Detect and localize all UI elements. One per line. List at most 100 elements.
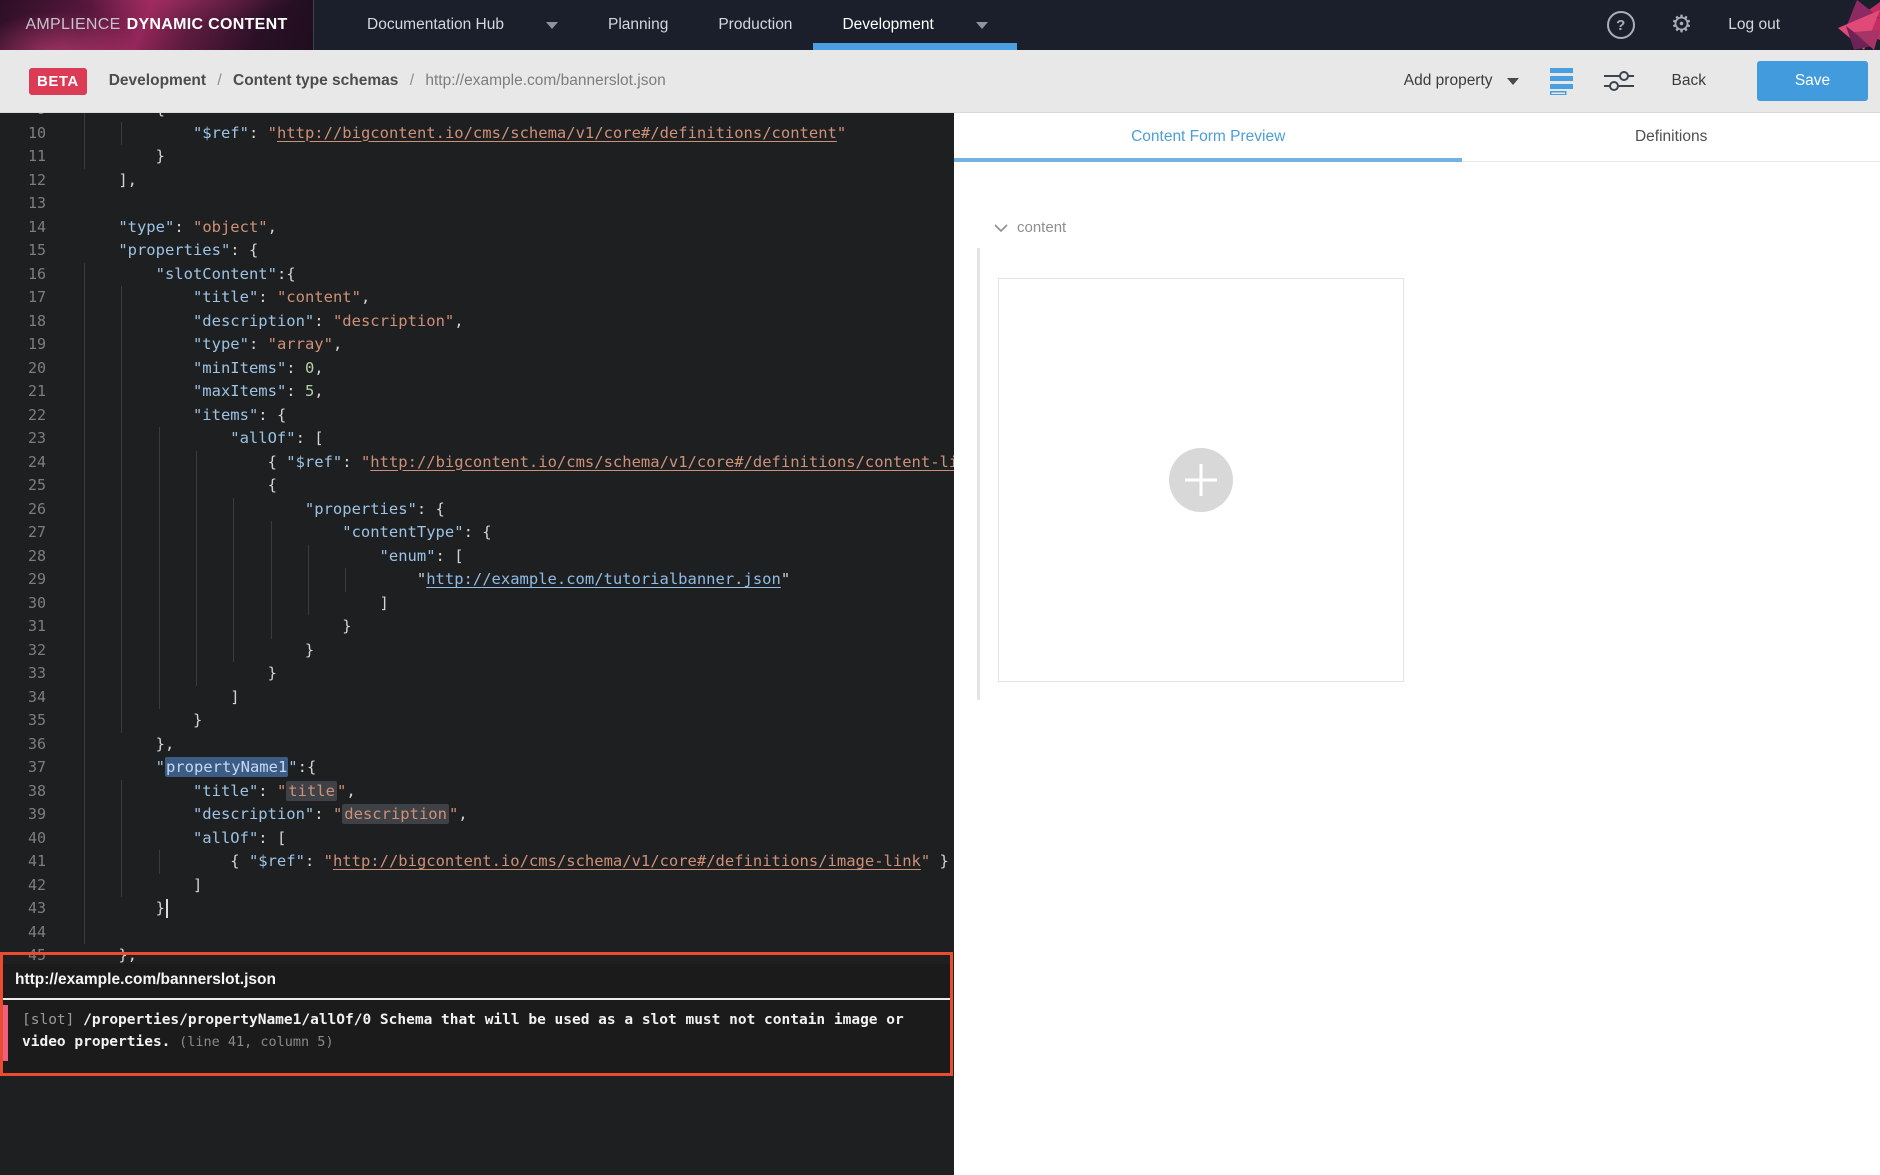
code-token: , [454,311,464,330]
code-line[interactable]: 38 "title": " title ", [0,779,954,803]
indent-guide [84,662,85,686]
indent-guide [233,521,235,545]
code-line[interactable]: 17 "title": "content", [0,286,954,310]
code-line[interactable]: 37 "propertyName1":{ [0,756,954,780]
code-token: "content" [276,288,361,306]
code-line[interactable]: 23 "allOf": [ [0,427,954,451]
code-token: "slotContent" [155,264,277,283]
gear-icon[interactable]: ⚙ [1671,13,1693,37]
breadcrumb-content-type-schemas[interactable]: Content type schemas [233,72,398,89]
schema-ref-link[interactable]: http://bigcontent.io/cms/schema/v1/core#… [370,453,954,471]
code-line[interactable]: 32} [0,638,954,662]
nav-item-label: Development [842,16,934,33]
code-line[interactable]: 29 "http://example.com/tutorialbanner.jso… [0,568,954,592]
nav-item-documentation-hub[interactable]: Documentation Hub [342,0,583,50]
indent-guide [270,521,272,545]
code-line[interactable]: 12], [0,169,954,193]
code-line[interactable]: 10 "$ref": "http://bigcontent.io/cms/sche… [0,121,954,145]
indent-guide [84,732,85,756]
tab-definitions[interactable]: Definitions [1462,113,1880,161]
indent-guide [121,568,123,592]
code-line[interactable]: 34] [0,685,954,709]
code-line[interactable]: 25 { [0,474,954,498]
indent-guide [84,568,85,592]
code-line[interactable]: 43} [0,897,954,921]
code-line[interactable]: 24 { "$ref": "http://bigcontent.io/cms/sc… [0,450,954,474]
text-cursor [165,899,168,918]
indent-guide [158,474,160,498]
line-number: 30 [27,593,46,612]
schema-code-editor[interactable]: 9{10"$ref": "http://bigcontent.io/cms/sc… [0,113,954,1175]
code-line[interactable]: 22 "items": { [0,403,954,427]
indent-guide [121,521,123,545]
code-token: : { [463,523,492,541]
line-number: 31 [27,617,46,635]
code-line[interactable]: 35} [0,709,954,733]
code-token: } [192,711,203,729]
code-line[interactable]: 21 "maxItems": 5, [0,380,954,404]
indent-guide [84,521,85,545]
indent-guide [158,850,160,874]
indent-guide [195,544,197,568]
code-line[interactable]: 14 "type": "object", [0,216,954,240]
code-line[interactable]: 27 "contentType": { [0,521,954,545]
code-lines: 9{10"$ref": "http://bigcontent.io/cms/sc… [0,113,954,968]
nav-item-development[interactable]: Development [813,0,1018,50]
code-token: : [286,382,305,400]
indent-guide [121,450,123,474]
nav-menu: Documentation Hub Planning Production De… [342,0,1018,50]
tab-content-form-preview[interactable]: Content Form Preview [954,113,1463,162]
code-line[interactable]: 19 "type": "array", [0,333,954,357]
schema-ref-link[interactable]: http://example.com/tutorialbanner.json [426,570,781,588]
logout-button[interactable]: Log out [1728,16,1780,34]
code-line[interactable]: 44 [0,920,954,944]
add-content-button[interactable] [1169,448,1233,512]
code-line[interactable]: 13 [0,192,954,216]
indent-guide [84,333,85,357]
code-line[interactable]: 28 "enum": [ [0,544,954,568]
indent-guide [195,638,197,662]
schema-ref-link[interactable]: http://bigcontent.io/cms/schema/v1/core#… [333,852,921,870]
form-view-icon[interactable] [1549,67,1574,95]
code-token: : [304,852,324,870]
line-number: 9 [0,113,46,122]
schema-ref-link[interactable]: http://bigcontent.io/cms/schema/v1/core#… [277,124,837,142]
code-line[interactable]: 41 { "$ref": "http://bigcontent.io/cms/sc… [0,850,954,874]
nav-item-planning[interactable]: Planning [583,0,693,50]
code-line[interactable]: 36}, [0,732,954,756]
code-line[interactable]: 9{ [0,113,954,122]
code-line[interactable]: 33} [0,662,954,686]
code-line[interactable]: 11} [0,145,954,169]
code-line[interactable]: 31} [0,615,954,639]
code-line[interactable]: 18 "description": "description", [0,309,954,333]
breadcrumb-separator: / [409,72,415,89]
code-line[interactable]: 15 "properties": { [0,239,954,263]
settings-sliders-icon[interactable] [1603,69,1634,93]
indent-guide [158,544,160,568]
code-line[interactable]: 26 "properties": { [0,497,954,521]
brand-logo[interactable]: AMPLIENCE DYNAMIC CONTENT [0,0,314,50]
code-token: :{ [297,758,317,776]
line-content: "description": "description", [60,803,954,827]
indent-guide [84,850,85,874]
top-nav: AMPLIENCE DYNAMIC CONTENT Documentation H… [0,0,1880,50]
code-line[interactable]: 30] [0,591,954,615]
help-icon[interactable]: ? [1606,11,1635,39]
add-property-dropdown[interactable]: Add property [1404,72,1519,90]
code-line[interactable]: 40 "allOf": [ [0,826,954,850]
nav-item-production[interactable]: Production [693,0,817,50]
save-button[interactable]: Save [1757,61,1868,101]
code-line[interactable]: 16 "slotContent":{ [0,262,954,286]
code-token: " [336,781,347,800]
line-number: 18 [27,311,46,330]
code-line[interactable]: 39 "description": " description ", [0,803,954,827]
line-number: 35 [27,711,46,729]
indent-guide [158,685,160,709]
code-line[interactable]: 20 "minItems": 0, [0,356,954,380]
breadcrumb-development[interactable]: Development [109,72,206,89]
line-content: } [60,897,954,921]
back-button[interactable]: Back [1666,71,1712,91]
indent-guide [84,309,85,333]
content-section-toggle[interactable]: content [994,219,1066,236]
code-line[interactable]: 42] [0,873,954,897]
